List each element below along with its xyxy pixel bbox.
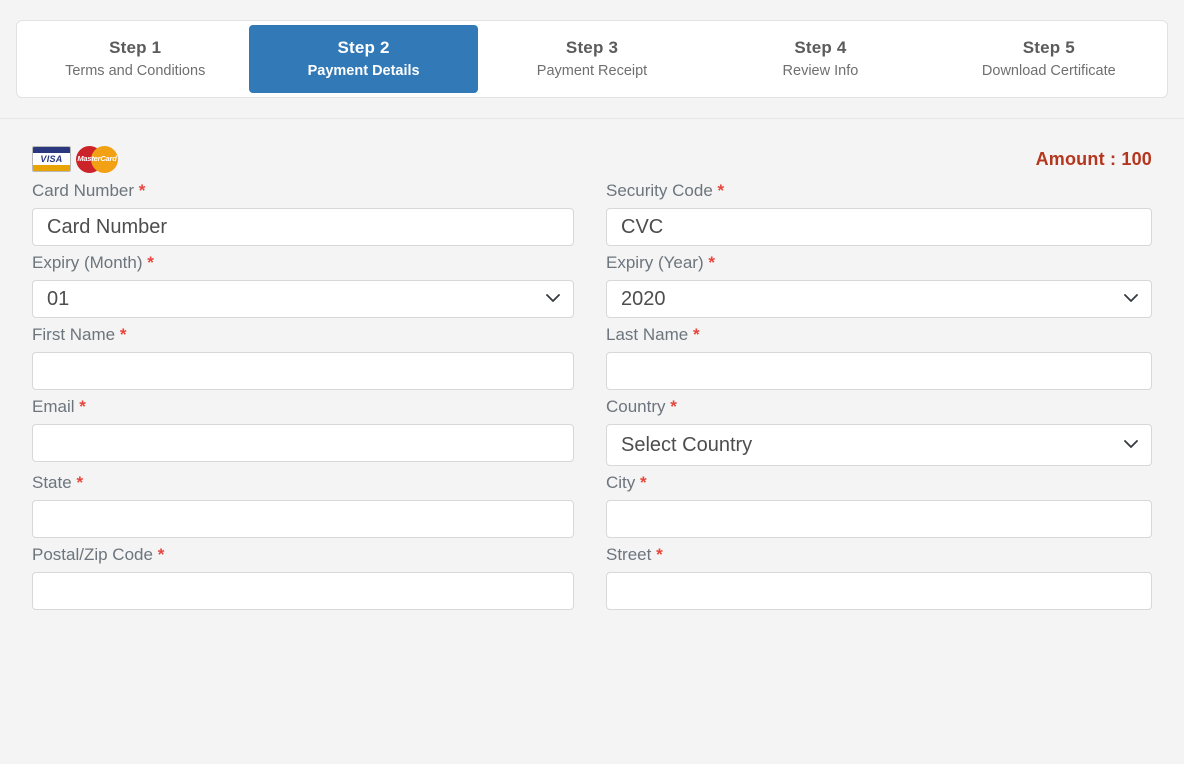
field-card-number: Card Number * <box>32 181 574 246</box>
field-postal-code: Postal/Zip Code * <box>32 545 574 610</box>
payment-header-row: VISA MasterCard Amount : 100 <box>32 137 1152 181</box>
label-last-name: Last Name * <box>606 325 700 344</box>
state-input[interactable] <box>32 500 574 538</box>
mastercard-card-icon: MasterCard <box>76 145 118 173</box>
step-item-1[interactable]: Step 1 Terms and Conditions <box>21 25 249 93</box>
step-label: Terms and Conditions <box>65 63 206 80</box>
label-first-name: First Name * <box>32 325 127 344</box>
accepted-cards: VISA MasterCard <box>32 145 118 173</box>
step-item-5[interactable]: Step 5 Download Certificate <box>935 25 1163 93</box>
expiry-year-select[interactable] <box>606 280 1152 318</box>
mastercard-icon-label: MasterCard <box>77 153 117 163</box>
field-state: State * <box>32 473 574 538</box>
required-asterisk: * <box>670 397 677 416</box>
security-code-input[interactable] <box>606 208 1152 246</box>
payment-details-form: VISA MasterCard Amount : 100 Card Number… <box>0 119 1184 764</box>
required-asterisk: * <box>138 181 146 200</box>
label-state: State * <box>32 473 84 492</box>
step-number: Step 2 <box>337 37 390 57</box>
step-number: Step 3 <box>565 37 619 57</box>
first-name-input[interactable] <box>32 352 574 390</box>
postal-code-input[interactable] <box>32 572 574 610</box>
required-asterisk: * <box>708 253 715 272</box>
step-navigation: Step 1 Terms and Conditions Step 2 Payme… <box>16 20 1168 98</box>
required-asterisk: * <box>79 397 86 416</box>
field-street: Street * <box>606 545 1152 610</box>
label-security-code: Security Code * <box>606 181 725 200</box>
city-input[interactable] <box>606 500 1152 538</box>
required-asterisk: * <box>692 325 700 344</box>
country-select[interactable] <box>606 424 1152 466</box>
step-label: Review Info <box>782 63 859 80</box>
last-name-input[interactable] <box>606 352 1152 390</box>
field-first-name: First Name * <box>32 325 574 390</box>
visa-card-icon: VISA <box>32 146 71 172</box>
street-input[interactable] <box>606 572 1152 610</box>
label-card-number: Card Number * <box>32 181 146 200</box>
amount-display: Amount : 100 <box>1035 148 1152 169</box>
card-number-input[interactable] <box>32 208 574 246</box>
label-expiry-year: Expiry (Year) * <box>606 253 715 272</box>
field-security-code: Security Code * <box>606 181 1152 246</box>
label-postal-code: Postal/Zip Code * <box>32 545 165 564</box>
required-asterisk: * <box>717 181 725 200</box>
step-number: Step 1 <box>109 37 162 57</box>
step-item-4[interactable]: Step 4 Review Info <box>706 25 934 93</box>
field-expiry-year: Expiry (Year) * <box>606 253 1152 318</box>
step-item-3[interactable]: Step 3 Payment Receipt <box>478 25 706 93</box>
visa-icon-label: VISA <box>33 153 70 165</box>
required-asterisk: * <box>157 545 165 564</box>
step-label: Download Certificate <box>981 63 1116 80</box>
label-expiry-month: Expiry (Month) * <box>32 253 154 272</box>
required-asterisk: * <box>119 325 127 344</box>
step-label: Payment Details <box>307 63 420 80</box>
expiry-month-select[interactable] <box>32 280 574 318</box>
step-label: Payment Receipt <box>536 63 648 80</box>
label-city: City * <box>606 473 647 492</box>
field-city: City * <box>606 473 1152 538</box>
step-number: Step 5 <box>1022 37 1075 57</box>
form-grid: Card Number * Security Code * Expiry (Mo… <box>32 181 1152 617</box>
step-item-2[interactable]: Step 2 Payment Details <box>249 25 478 93</box>
label-email: Email * <box>32 397 86 416</box>
field-expiry-month: Expiry (Month) * <box>32 253 574 318</box>
required-asterisk: * <box>640 473 647 492</box>
label-street: Street * <box>606 545 663 564</box>
step-number: Step 4 <box>794 37 847 57</box>
required-asterisk: * <box>147 253 154 272</box>
label-country: Country * <box>606 397 677 416</box>
email-input[interactable] <box>32 424 574 462</box>
field-country: Country * <box>606 397 1152 466</box>
field-last-name: Last Name * <box>606 325 1152 390</box>
required-asterisk: * <box>656 545 663 564</box>
required-asterisk: * <box>76 473 84 492</box>
field-email: Email * <box>32 397 574 466</box>
